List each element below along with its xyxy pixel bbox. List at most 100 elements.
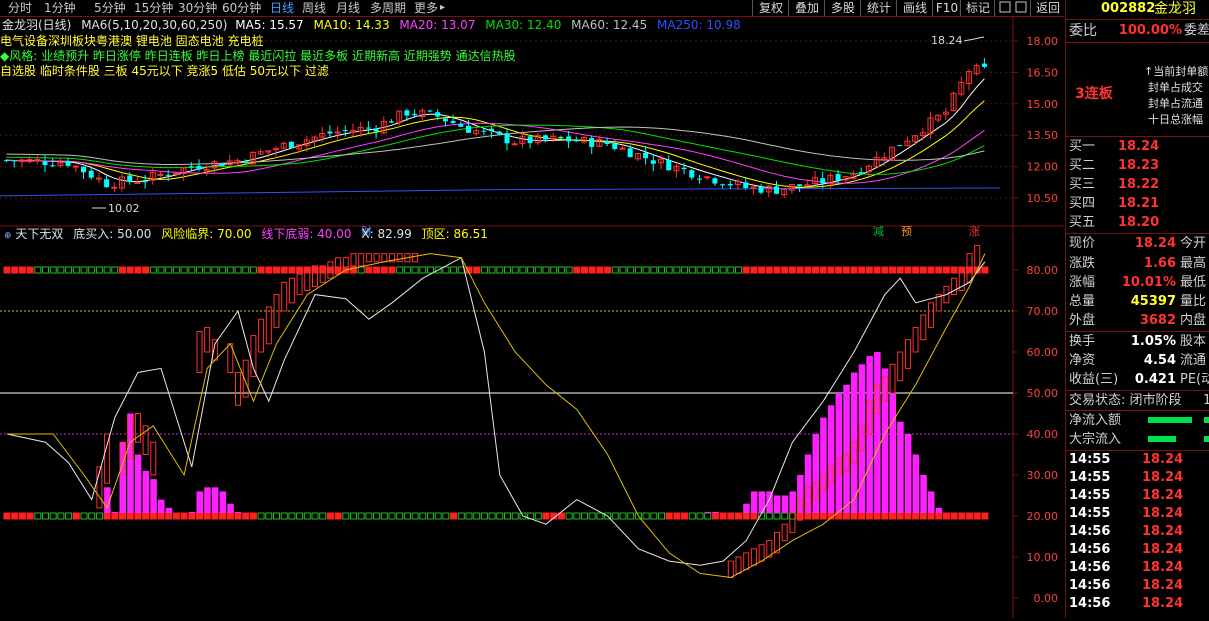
top-band-square <box>842 266 850 274</box>
quote2-value-netasset: 4.54 <box>1143 353 1176 368</box>
tick-row: 14:56 18.24 <box>1066 541 1209 559</box>
bottom-band-square <box>427 512 434 520</box>
quote2-row-eps: 收益(三) 0.421 PE(动 <box>1066 370 1209 390</box>
bottom-band-square <box>881 512 889 520</box>
candle-body <box>442 118 448 122</box>
commission-ratio-row: 委比 100.00% 委差 <box>1066 21 1209 41</box>
draw-line-button[interactable]: 画线 <box>896 0 933 16</box>
tab-weekly[interactable]: 周线 <box>302 0 326 16</box>
magenta-bar <box>866 356 873 513</box>
tick-price: 18.24 <box>1142 596 1184 611</box>
bottom-band-square <box>627 512 635 520</box>
hollow-bar <box>735 556 742 574</box>
chart-gear-icons[interactable] <box>994 0 1031 16</box>
ma250-line <box>0 187 1001 197</box>
ma20-value: MA20: 13.07 <box>399 18 476 32</box>
top-band-square <box>473 266 481 274</box>
magenta-bar <box>889 393 896 513</box>
bottom-band-square <box>172 512 180 520</box>
flow-bar-block-tail <box>1204 436 1209 442</box>
bottom-band-square <box>65 512 73 520</box>
marker-yu[interactable]: 预 <box>901 225 912 238</box>
bottom-band-square <box>211 512 219 520</box>
candle-body <box>404 110 410 116</box>
candle-body <box>558 136 564 139</box>
magenta-bar <box>134 454 142 513</box>
top-band-square <box>850 266 858 274</box>
restore-rights-button[interactable]: 复权 <box>752 0 789 16</box>
bottom-band-square <box>403 512 411 520</box>
top-band-square <box>95 266 103 274</box>
tab-fenshi[interactable]: 分时 <box>8 0 32 16</box>
f10-button[interactable]: F10 <box>932 0 961 16</box>
bid-row-5[interactable]: 买五 18.20 <box>1066 213 1209 233</box>
bottom-band-square <box>619 512 627 520</box>
top-band-square <box>634 266 642 274</box>
board-info: 3连板 ↑当前封单额 封单占成交 封单占流通 十日总涨幅 <box>1066 43 1209 135</box>
marker-zhang[interactable]: 涨 <box>969 225 980 238</box>
tick-list[interactable]: 14:55 18.24 14:55 18.24 14:55 18.24 14:5… <box>1066 451 1209 618</box>
top-band-square <box>673 266 681 274</box>
top-band-square <box>619 266 627 274</box>
bid-row-3[interactable]: 买三 18.22 <box>1066 175 1209 195</box>
top-band-square <box>72 266 80 274</box>
bottom-band-square <box>165 512 173 520</box>
top-band-square <box>865 266 873 274</box>
top-band-square <box>365 266 373 274</box>
top-band-square <box>742 266 750 274</box>
tab-60min[interactable]: 60分钟 <box>222 0 261 16</box>
top-band-square <box>704 266 712 274</box>
bottom-band-square <box>727 512 735 520</box>
indicator-header: ⊕ 天下无双 底买入: 50.00 风险临界: 70.00 线下底弱: 40.0… <box>4 227 488 242</box>
kline-chart-area[interactable]: 18.00 16.50 15.00 13.50 12.00 10.50 80.00 70.0… <box>0 17 1064 618</box>
overlay-button[interactable]: 叠加 <box>788 0 825 16</box>
candle-body <box>450 121 456 124</box>
candle-body <box>720 184 726 186</box>
bottom-band-square <box>873 512 881 520</box>
mark-button[interactable]: 标记 <box>960 0 995 16</box>
quote-extra-open: 今开 <box>1180 236 1207 251</box>
marker-jian[interactable]: 减 <box>873 225 884 238</box>
back-button[interactable]: 返回 <box>1030 0 1065 16</box>
tab-monthly[interactable]: 月线 <box>336 0 360 16</box>
multi-stock-button[interactable]: 多股 <box>824 0 861 16</box>
top-band-square <box>11 266 19 274</box>
tab-5min[interactable]: 5分钟 <box>94 0 126 16</box>
top-band-square <box>665 266 673 274</box>
bid-row-4[interactable]: 买四 18.21 <box>1066 194 1209 214</box>
bottom-band-square <box>804 512 812 520</box>
top-band-square <box>519 266 527 274</box>
top-band-square <box>596 266 604 274</box>
bottom-band-square <box>565 512 573 520</box>
bid-row-1[interactable]: 买一 18.24 <box>1066 137 1209 157</box>
quote-row-change: 涨跌 1.66 最高 <box>1066 254 1209 274</box>
tab-daily[interactable]: 日线 <box>270 0 294 16</box>
top-band-square <box>804 266 812 274</box>
bottom-band-square <box>573 512 581 520</box>
tab-multi-period[interactable]: 多周期 <box>370 0 406 16</box>
low-axis-label: 50.00 <box>1027 387 1059 400</box>
candle-body <box>196 165 202 170</box>
kline-chart-svg[interactable]: 18.00 16.50 15.00 13.50 12.00 10.50 80.00 70.0… <box>0 17 1064 618</box>
stats-button[interactable]: 统计 <box>860 0 897 16</box>
tab-30min[interactable]: 30分钟 <box>178 0 217 16</box>
bottom-band-square <box>973 512 981 520</box>
top-band-square <box>111 266 119 274</box>
top-band-square <box>581 266 588 274</box>
bottom-band-square <box>896 512 904 520</box>
top-band-square <box>380 266 388 274</box>
hollow-bar <box>743 552 750 570</box>
tab-more[interactable]: 更多 <box>414 0 438 16</box>
bottom-band-square <box>850 512 858 520</box>
tag-line: 自选股 临时条件股 三板 45元以下 竞涨5 低估 50元以下 过滤 <box>0 64 329 78</box>
indicator-name[interactable]: 天下无双 <box>15 227 63 241</box>
tab-15min[interactable]: 15分钟 <box>134 0 173 16</box>
indicator-top-value: 顶区: 86.51 <box>421 227 488 241</box>
hollow-bar <box>920 314 927 341</box>
bid-row-2[interactable]: 买二 18.23 <box>1066 156 1209 176</box>
top-band-square <box>211 266 219 274</box>
bottom-band-square <box>388 512 396 520</box>
indicator-settings-icon[interactable]: ⊕ <box>4 231 12 241</box>
tab-1min[interactable]: 1分钟 <box>44 0 76 16</box>
bottom-band-square <box>750 512 758 520</box>
